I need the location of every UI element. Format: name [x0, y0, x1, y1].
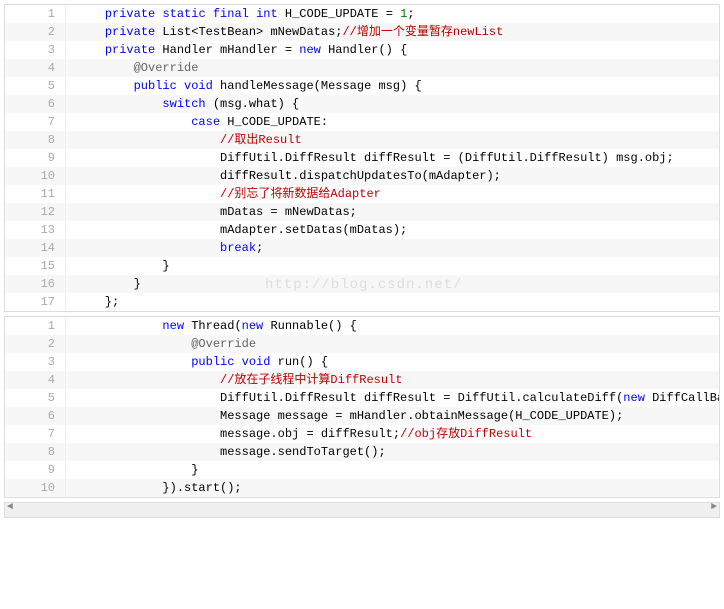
code-line: 10 diffResult.dispatchUpdatesTo(mAdapter… [5, 167, 719, 185]
line-code: } [66, 461, 719, 479]
line-number: 4 [5, 59, 66, 77]
line-number: 5 [5, 389, 66, 407]
line-number: 3 [5, 353, 66, 371]
line-code: public void handleMessage(Message msg) { [66, 77, 719, 95]
code-line: 11 //别忘了将新数据给Adapter [5, 185, 719, 203]
line-number: 1 [5, 5, 66, 23]
line-number: 7 [5, 425, 66, 443]
code-block-2: 1 new Thread(new Runnable() {2 @Override… [4, 316, 720, 498]
line-code: mAdapter.setDatas(mDatas); [66, 221, 719, 239]
line-code: Message message = mHandler.obtainMessage… [66, 407, 719, 425]
line-code: //取出Result [66, 131, 719, 149]
line-number: 9 [5, 149, 66, 167]
code-line: 6 Message message = mHandler.obtainMessa… [5, 407, 719, 425]
line-code: DiffUtil.DiffResult diffResult = (DiffUt… [66, 149, 719, 167]
code-lines-2: 1 new Thread(new Runnable() {2 @Override… [5, 317, 719, 497]
code-line: 4 @Override [5, 59, 719, 77]
code-line: 1 private static final int H_CODE_UPDATE… [5, 5, 719, 23]
line-number: 14 [5, 239, 66, 257]
line-code: private List<TestBean> mNewDatas;//增加一个变… [66, 23, 719, 41]
line-number: 7 [5, 113, 66, 131]
code-line: 12 mDatas = mNewDatas; [5, 203, 719, 221]
line-number: 9 [5, 461, 66, 479]
line-number: 5 [5, 77, 66, 95]
code-line: 7 case H_CODE_UPDATE: [5, 113, 719, 131]
code-line: 9 DiffUtil.DiffResult diffResult = (Diff… [5, 149, 719, 167]
line-code: //放在子线程中计算DiffResult [66, 371, 719, 389]
line-number: 8 [5, 443, 66, 461]
line-code: //别忘了将新数据给Adapter [66, 185, 719, 203]
line-code: switch (msg.what) { [66, 95, 719, 113]
code-line: 5 DiffUtil.DiffResult diffResult = DiffU… [5, 389, 719, 407]
line-code: @Override [66, 335, 719, 353]
line-number: 8 [5, 131, 66, 149]
line-number: 16 [5, 275, 66, 293]
code-line: 14 break; [5, 239, 719, 257]
line-code: }).start(); [66, 479, 719, 497]
line-number: 15 [5, 257, 66, 275]
line-number: 12 [5, 203, 66, 221]
code-line: 8 message.sendToTarget(); [5, 443, 719, 461]
line-number: 4 [5, 371, 66, 389]
line-number: 10 [5, 479, 66, 497]
line-code: DiffUtil.DiffResult diffResult = DiffUti… [66, 389, 719, 407]
code-line: 9 } [5, 461, 719, 479]
code-line: 8 //取出Result [5, 131, 719, 149]
line-code: }; [66, 293, 719, 311]
line-number: 2 [5, 335, 66, 353]
line-code: private Handler mHandler = new Handler()… [66, 41, 719, 59]
code-line: 6 switch (msg.what) { [5, 95, 719, 113]
code-line: 16 } [5, 275, 719, 293]
code-line: 5 public void handleMessage(Message msg)… [5, 77, 719, 95]
code-block-1: http://blog.csdn.net/ 1 private static f… [4, 4, 720, 312]
line-number: 11 [5, 185, 66, 203]
code-line: 10 }).start(); [5, 479, 719, 497]
code-line: 17 }; [5, 293, 719, 311]
code-line: 2 private List<TestBean> mNewDatas;//增加一… [5, 23, 719, 41]
code-line: 15 } [5, 257, 719, 275]
line-number: 10 [5, 167, 66, 185]
code-line: 2 @Override [5, 335, 719, 353]
line-code: public void run() { [66, 353, 719, 371]
line-code: break; [66, 239, 719, 257]
horizontal-scrollbar[interactable] [4, 502, 720, 518]
line-number: 6 [5, 407, 66, 425]
line-number: 17 [5, 293, 66, 311]
line-code: case H_CODE_UPDATE: [66, 113, 719, 131]
line-code: mDatas = mNewDatas; [66, 203, 719, 221]
line-code: } [66, 275, 719, 293]
code-line: 13 mAdapter.setDatas(mDatas); [5, 221, 719, 239]
line-code: message.obj = diffResult;//obj存放DiffResu… [66, 425, 719, 443]
code-lines-1: 1 private static final int H_CODE_UPDATE… [5, 5, 719, 311]
code-line: 4 //放在子线程中计算DiffResult [5, 371, 719, 389]
line-number: 2 [5, 23, 66, 41]
line-code: private static final int H_CODE_UPDATE =… [66, 5, 719, 23]
line-code: new Thread(new Runnable() { [66, 317, 719, 335]
line-number: 6 [5, 95, 66, 113]
code-line: 3 private Handler mHandler = new Handler… [5, 41, 719, 59]
code-line: 7 message.obj = diffResult;//obj存放DiffRe… [5, 425, 719, 443]
code-line: 1 new Thread(new Runnable() { [5, 317, 719, 335]
line-number: 13 [5, 221, 66, 239]
line-number: 3 [5, 41, 66, 59]
code-line: 3 public void run() { [5, 353, 719, 371]
line-code: } [66, 257, 719, 275]
line-code: diffResult.dispatchUpdatesTo(mAdapter); [66, 167, 719, 185]
line-code: message.sendToTarget(); [66, 443, 719, 461]
line-code: @Override [66, 59, 719, 77]
line-number: 1 [5, 317, 66, 335]
